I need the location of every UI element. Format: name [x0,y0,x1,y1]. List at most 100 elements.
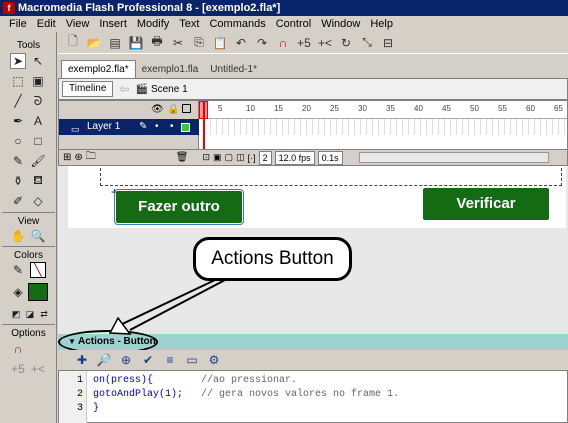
menu-text[interactable]: Text [174,16,204,32]
layer-outline-color[interactable] [181,123,190,132]
scene-label: Scene 1 [150,83,188,95]
scene-icon: 🎬 [135,83,148,95]
open-folder-icon[interactable]: 📂 [85,34,103,52]
timeline-panel: 👁 🔒 5 10 15 20 25 30 35 40 45 50 55 60 65 ▭ Layer 1 … [58,100,568,166]
fill-transform-icon[interactable]: ▣ [30,73,46,89]
stroke-color-icon[interactable]: ✎ [10,262,26,278]
add-folder-icon[interactable]: 🗀 [86,149,96,166]
menu-modify[interactable]: Modify [132,16,174,32]
brush-tool-icon[interactable]: 🖌 [30,153,46,169]
scale-icon[interactable]: ⤡ [358,34,376,52]
fazer-outro-button[interactable]: Fazer outro [114,189,244,225]
debug-options-icon[interactable]: ⚙ [206,352,222,368]
onion-outline-icon[interactable]: ▢ [225,152,234,163]
straighten-icon[interactable]: +< [316,34,334,52]
default-colors-icon[interactable]: ⇄ [36,306,52,322]
layer-visible-dot[interactable]: • [155,119,159,135]
menu-window[interactable]: Window [316,16,365,32]
line-tool-icon[interactable]: ╱ [10,93,26,109]
add-layer-icon[interactable]: ⊞ [63,152,71,163]
menu-file[interactable]: File [4,16,32,32]
delete-layer-icon[interactable]: 🗑 [176,152,189,163]
layer-lock-dot[interactable]: • [170,119,174,135]
check-syntax-icon[interactable]: ✔ [140,352,156,368]
onion-skin-icon[interactable]: ▣ [213,152,222,163]
layer-row[interactable]: ▭ Layer 1 ✎ • • [59,119,567,135]
menu-insert[interactable]: Insert [94,16,132,32]
smooth-icon[interactable]: +5 [10,361,26,377]
stage-canvas[interactable]: + Fazer outro Verificar [68,166,566,228]
auto-format-icon[interactable]: ≡ [162,352,178,368]
verificar-button[interactable]: Verificar [423,188,549,220]
subselect-tool-icon[interactable]: ↖ [30,53,46,69]
paint-bucket-icon[interactable]: ⛾ [30,173,46,189]
timeline-button[interactable]: Timeline [62,81,114,97]
smooth-icon[interactable]: +5 [295,34,313,52]
snap-icon[interactable]: ∩ [274,34,292,52]
align-icon[interactable]: ⊟ [379,34,397,52]
menu-commands[interactable]: Commands [204,16,270,32]
save-icon[interactable]: 💾 [127,34,145,52]
lock-icon[interactable]: 🔒 [167,104,179,115]
ruler-tick: 40 [414,104,423,113]
tab-exemplo1[interactable]: exemplo1.fla [136,62,205,78]
tab-exemplo2[interactable]: exemplo2.fla* [61,60,136,78]
timeline-scrollbar[interactable] [359,152,549,163]
menu-edit[interactable]: Edit [32,16,61,32]
straighten-icon[interactable]: +< [30,361,46,377]
lasso-tool-icon[interactable]: ᘐ [30,93,46,109]
redo-icon[interactable]: ↷ [253,34,271,52]
find-icon[interactable]: 🔎 [96,352,112,368]
code-editor[interactable]: 1 2 3 on(press){ //ao pressionar. gotoAn… [58,370,568,423]
ruler-tick: 55 [498,104,507,113]
back-arrow-icon[interactable]: ⇦ [119,82,129,96]
ink-bottle-icon[interactable]: ⚱ [10,173,26,189]
pencil-edit-icon: ✎ [139,121,148,132]
cut-icon[interactable]: ✂ [169,34,187,52]
rectangle-tool-icon[interactable]: □ [30,133,46,149]
outline-icon[interactable] [182,104,191,113]
playhead[interactable] [203,101,205,151]
menu-view[interactable]: View [61,16,95,32]
center-frame-icon[interactable]: ⊡ [202,152,210,163]
eyedropper-icon[interactable]: ✐ [10,193,26,209]
menu-control[interactable]: Control [271,16,316,32]
add-guide-icon[interactable]: ⊛ [74,152,82,163]
fill-color-icon[interactable]: ◈ [10,284,26,300]
scene-breadcrumb[interactable]: 🎬 Scene 1 [135,84,187,95]
open-bridge-icon[interactable]: ▤ [106,34,124,52]
new-file-icon[interactable]: 🗋 [64,34,82,52]
zoom-tool-icon[interactable]: 🔍 [30,228,46,244]
print-icon[interactable]: 🖶 [148,34,166,52]
ruler-tick: 20 [302,104,311,113]
pen-tool-icon[interactable]: ✒ [10,113,26,129]
pencil-tool-icon[interactable]: ✎ [10,153,26,169]
text-tool-icon[interactable]: A [30,113,46,129]
target-path-icon[interactable]: ⊕ [118,352,134,368]
undo-icon[interactable]: ↶ [232,34,250,52]
layer-name: Layer 1 [87,121,121,132]
frame-ruler[interactable]: 5 10 15 20 25 30 35 40 45 50 55 60 65 [199,101,567,119]
modify-markers-icon[interactable]: [·] [248,153,256,163]
fill-color-swatch[interactable] [28,283,48,301]
stroke-color-swatch[interactable]: ╲ [30,262,46,278]
paste-icon[interactable]: 📋 [211,34,229,52]
rotate-icon[interactable]: ↻ [337,34,355,52]
tab-untitled-1[interactable]: Untitled-1* [204,62,263,78]
copy-icon[interactable]: ⎘ [190,34,208,52]
eraser-tool-icon[interactable]: ◇ [30,193,46,209]
main-toolbar: 🗋 📂 ▤ 💾 🖶 ✂ ⎘ 📋 ↶ ↷ ∩ +5 +< ↻ ⤡ ⊟ [58,32,568,54]
tools-label: Tools [16,40,41,51]
oval-tool-icon[interactable]: ○ [10,133,26,149]
eye-icon[interactable]: 👁 [151,104,164,115]
arrow-tool-icon[interactable]: ➤ [10,53,26,69]
add-statement-icon[interactable]: ✚ [74,352,90,368]
hand-tool-icon[interactable]: ✋ [10,228,26,244]
edit-multiple-icon[interactable]: ◫ [236,152,245,163]
free-transform-icon[interactable]: ⬚ [10,73,26,89]
snap-magnet-icon[interactable]: ∩ [10,341,26,357]
layer-1[interactable]: ▭ Layer 1 ✎ • • [59,119,199,135]
layer-frames[interactable] [199,119,567,135]
menu-help[interactable]: Help [365,16,398,32]
code-hint-icon[interactable]: ▭ [184,352,200,368]
